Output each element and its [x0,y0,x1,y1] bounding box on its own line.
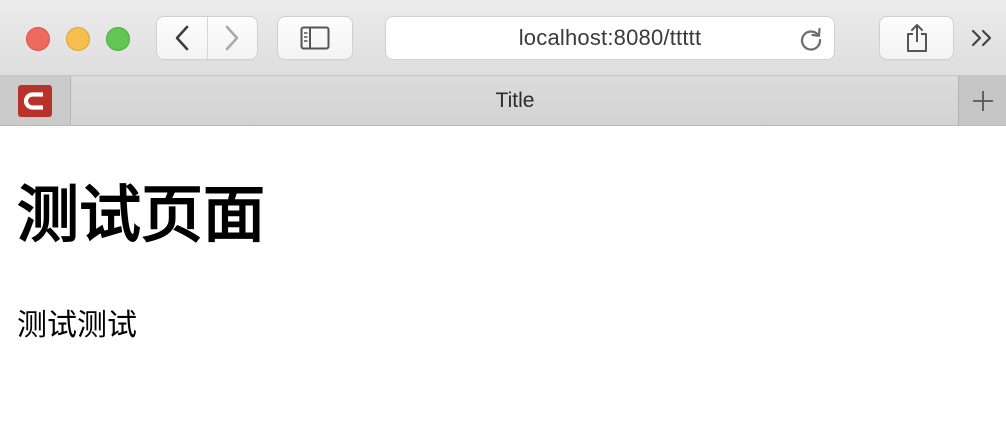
share-icon [906,24,927,52]
window-minimize-button[interactable] [66,27,90,51]
browser-toolbar: localhost:8080/ttttt [0,0,1006,76]
sidebar-toggle-button[interactable] [277,16,353,60]
address-url: localhost:8080/ttttt [518,25,702,50]
forward-chevron-icon [226,25,239,51]
c-logo-icon [18,84,52,117]
sidebar-icon [300,26,330,50]
address-bar[interactable]: localhost:8080/ttttt [385,16,835,60]
reload-icon[interactable] [798,26,824,52]
page-paragraph: 测试测试 [17,308,137,343]
pinned-tab[interactable] [0,76,71,125]
back-chevron-icon [175,25,189,51]
window-maximize-button[interactable] [106,27,130,51]
forward-button[interactable] [206,17,257,59]
page-content: 测试页面 测试测试 [0,126,1006,426]
tab-active[interactable]: Title [72,76,958,125]
navigation-buttons [156,16,258,60]
overflow-chevrons-icon[interactable] [968,24,998,52]
new-tab-button[interactable] [958,76,1006,125]
plus-icon [972,90,993,111]
tab-title: Title [495,88,535,112]
back-button[interactable] [157,17,207,59]
tab-bar: Title [0,76,1006,126]
page-title: 测试页面 [17,178,266,251]
share-button[interactable] [879,16,954,60]
window-close-button[interactable] [26,27,50,51]
